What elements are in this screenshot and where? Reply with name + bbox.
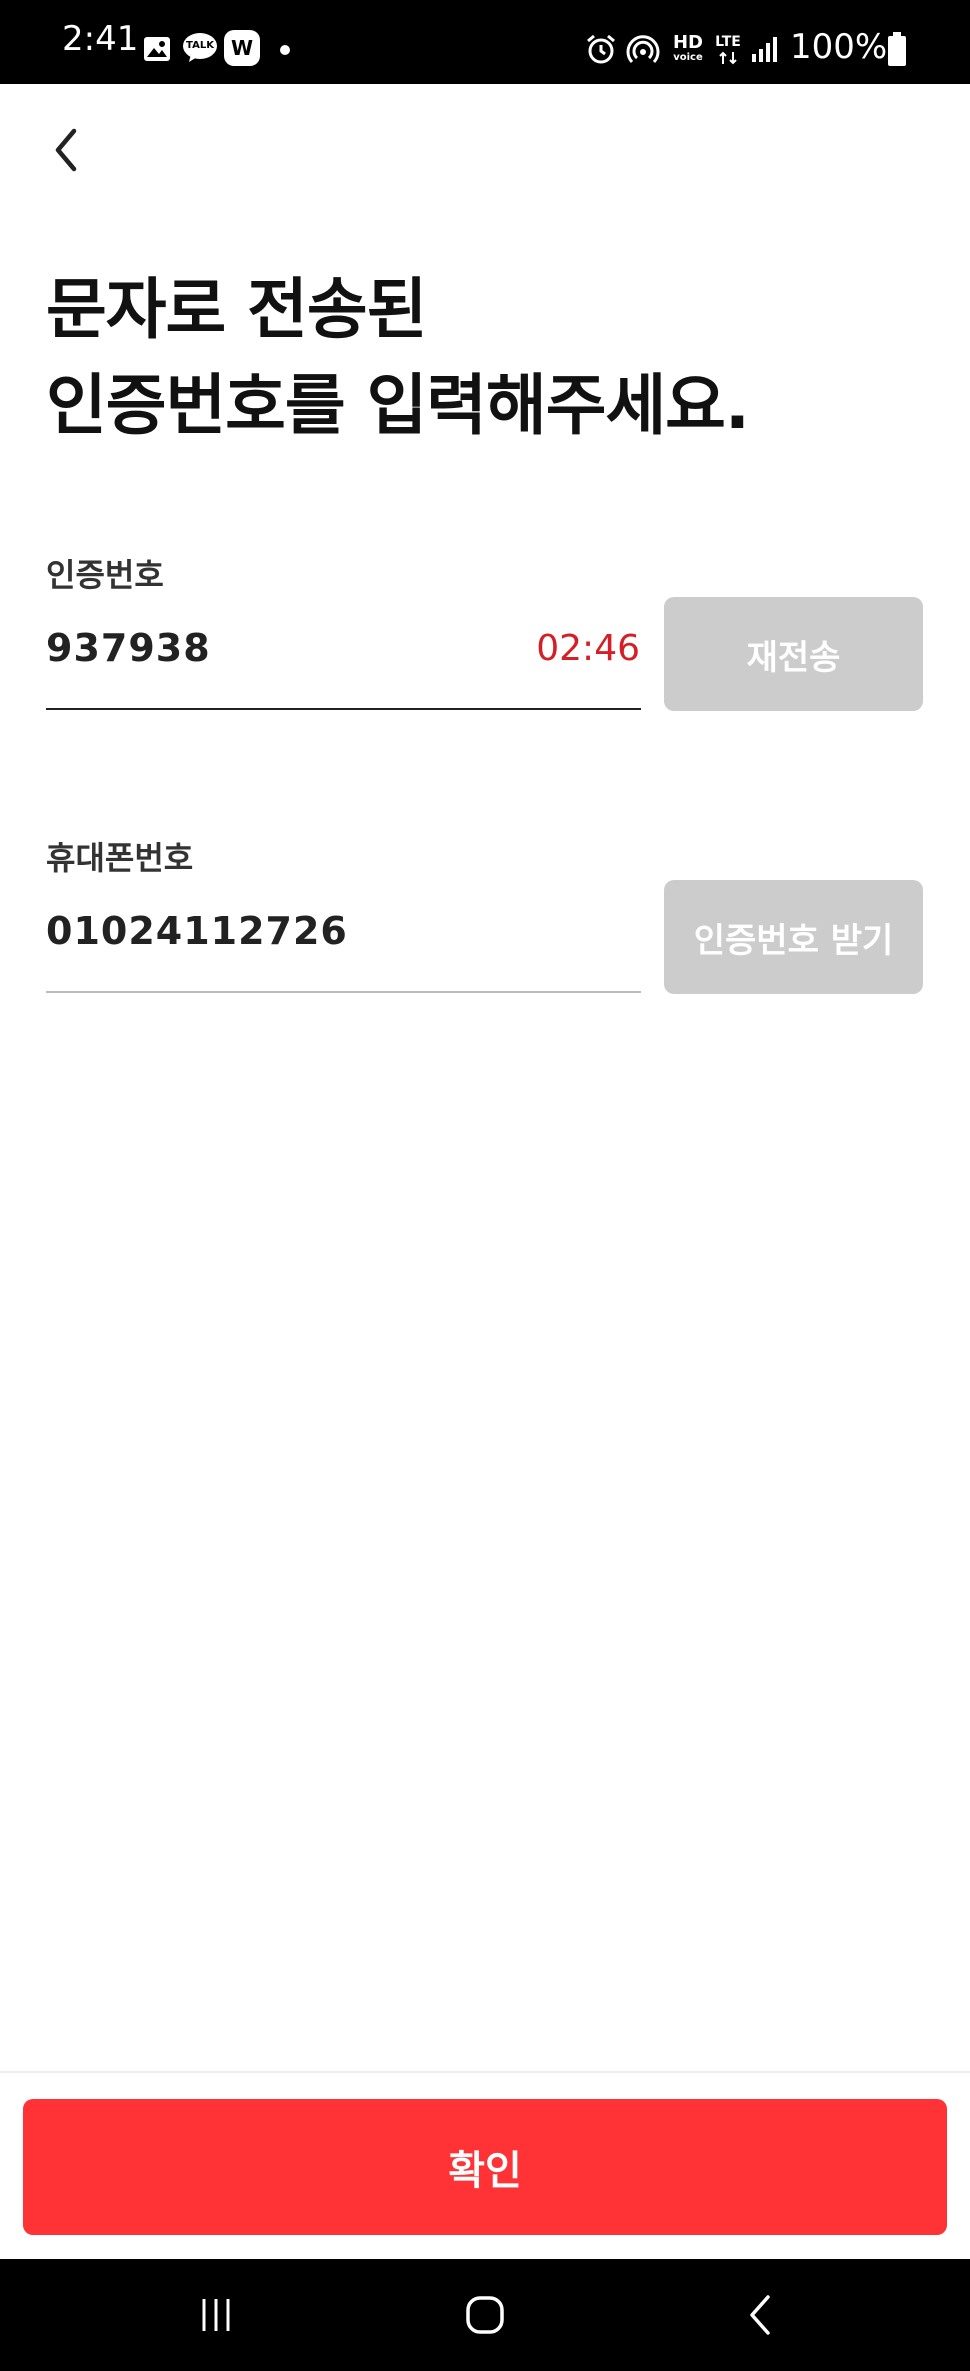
verification-code-underline xyxy=(46,708,641,710)
status-bar: 2:41 TALK W HD voice LTE 100% xyxy=(0,0,970,84)
hd-voice-icon: HD voice xyxy=(670,34,706,66)
w-app-icon: W xyxy=(224,30,260,66)
screen: 2:41 TALK W HD voice LTE 100% 문자로 전송된 인증… xyxy=(0,0,970,2371)
phone-number-label: 휴대폰번호 xyxy=(46,839,194,877)
resend-button[interactable]: 재전송 xyxy=(664,597,923,711)
verification-code-input[interactable]: 937938 xyxy=(46,626,211,670)
home-icon xyxy=(466,2296,504,2334)
system-back-button[interactable] xyxy=(700,2259,820,2371)
kakaotalk-icon: TALK xyxy=(182,32,218,64)
phone-number-input[interactable]: 01024112726 xyxy=(46,909,348,953)
hotspot-icon xyxy=(626,32,660,66)
more-notifications-dot-icon xyxy=(280,45,290,55)
status-time: 2:41 xyxy=(62,19,139,59)
bottom-divider xyxy=(0,2071,970,2073)
back-button[interactable] xyxy=(36,120,96,180)
signal-icon xyxy=(750,34,780,64)
battery-icon xyxy=(888,32,906,66)
hd-label: HD xyxy=(672,32,703,53)
lte-label: LTE xyxy=(715,34,741,50)
battery-level: 100% xyxy=(790,27,888,67)
confirm-button[interactable]: 확인 xyxy=(23,2099,947,2235)
phone-number-underline xyxy=(46,991,641,993)
page-title: 문자로 전송된 인증번호를 입력해주세요. xyxy=(46,271,750,444)
gallery-icon xyxy=(142,34,172,64)
w-badge-text: W xyxy=(230,36,254,60)
voice-label: voice xyxy=(673,52,703,63)
home-button[interactable] xyxy=(425,2259,545,2371)
alarm-icon xyxy=(584,32,618,66)
request-code-button[interactable]: 인증번호 받기 xyxy=(664,880,923,994)
chevron-left-icon xyxy=(55,128,77,172)
recents-icon xyxy=(202,2299,230,2331)
navigation-bar xyxy=(0,2259,970,2371)
recents-button[interactable] xyxy=(156,2259,276,2371)
verification-timer: 02:46 xyxy=(536,628,640,669)
lte-icon: LTE xyxy=(712,34,744,66)
back-icon xyxy=(750,2295,770,2335)
verification-code-label: 인증번호 xyxy=(46,556,164,594)
talk-badge-text: TALK xyxy=(186,40,214,51)
